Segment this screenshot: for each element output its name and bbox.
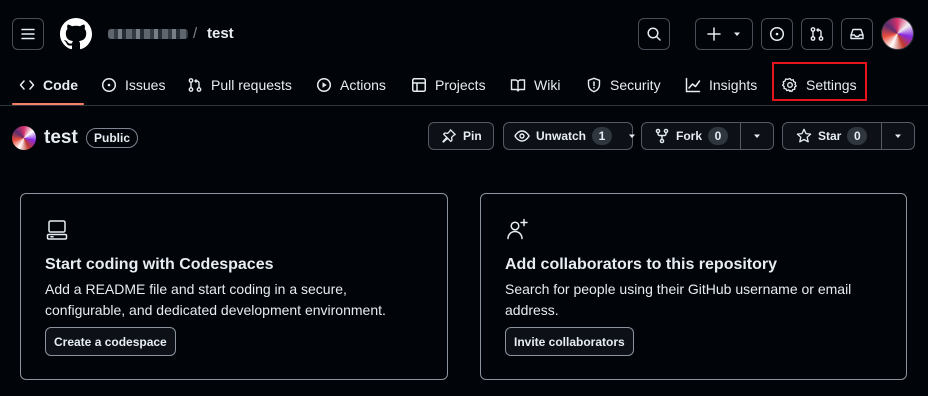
pin-button[interactable]: Pin (428, 122, 494, 150)
tab-actions-label: Actions (340, 77, 386, 93)
fork-dropdown-button[interactable] (741, 123, 773, 149)
codespaces-card-description: Add a README file and start coding in a … (45, 281, 386, 318)
visibility-badge: Public (86, 128, 139, 148)
unwatch-label: Unwatch (536, 129, 587, 143)
tab-insights-label: Insights (709, 77, 758, 93)
pin-icon (442, 129, 456, 143)
invite-collaborators-button[interactable]: Invite collaborators (505, 327, 634, 356)
code-icon (19, 80, 35, 90)
watch-button-group: Unwatch 1 (503, 122, 636, 150)
codespaces-card: Start coding with Codespaces Add a READM… (20, 193, 448, 380)
tab-wiki[interactable]: Wiki (510, 64, 560, 106)
notifications-button[interactable] (841, 18, 873, 50)
tab-security[interactable]: Security (586, 64, 661, 106)
fork-button[interactable]: Fork 0 (642, 123, 740, 149)
star-dropdown-button[interactable] (882, 123, 914, 149)
collaborators-card: Add collaborators to this repository Sea… (480, 193, 907, 380)
search-icon (647, 27, 661, 41)
fork-button-group: Fork 0 (641, 122, 774, 150)
triangle-down-icon (734, 32, 740, 36)
issue-opened-icon (769, 26, 785, 42)
collaborators-card-title: Add collaborators to this repository (505, 256, 778, 273)
person-add-icon (505, 218, 529, 242)
breadcrumb-repo-link[interactable]: test (207, 25, 234, 42)
play-icon (316, 77, 332, 93)
owner-name-blurred[interactable] (108, 29, 188, 39)
triangle-down-icon (754, 134, 760, 138)
fork-counter: 0 (708, 127, 729, 145)
pin-label: Pin (463, 129, 482, 143)
plus-icon (707, 27, 721, 41)
git-pull-request-icon (188, 78, 202, 92)
star-counter: 0 (847, 127, 868, 145)
tab-issues-label: Issues (125, 77, 166, 93)
fork-label: Fork (676, 129, 703, 143)
hamburger-icon (21, 28, 35, 40)
your-issues-button[interactable] (761, 18, 793, 50)
tab-pull-requests-label: Pull requests (211, 77, 292, 93)
tab-projects-label: Projects (435, 77, 486, 93)
menu-button[interactable] (12, 18, 44, 50)
star-button-group: Star 0 (782, 122, 915, 150)
star-icon (796, 128, 812, 143)
tab-wiki-label: Wiki (534, 77, 561, 93)
eye-icon (514, 130, 530, 142)
git-pull-request-icon (810, 27, 824, 41)
triangle-down-icon (895, 134, 901, 138)
repo-owner-avatar (12, 126, 36, 150)
global-header: / test Code Issues Pull requests Actions… (0, 0, 928, 106)
github-logo-icon[interactable] (60, 18, 92, 50)
create-codespace-button[interactable]: Create a codespace (45, 327, 176, 356)
collaborators-card-description: Search for people using their GitHub use… (505, 281, 852, 318)
tab-insights[interactable]: Insights (685, 64, 757, 106)
tab-code-label: Code (43, 77, 78, 93)
issue-opened-icon (101, 77, 117, 93)
shield-icon (587, 77, 601, 93)
search-button[interactable] (638, 18, 670, 50)
settings-highlight-box (772, 62, 867, 101)
unwatch-button[interactable]: Unwatch 1 (504, 123, 620, 149)
star-button[interactable]: Star 0 (783, 123, 881, 149)
codespaces-card-title: Start coding with Codespaces (45, 256, 274, 273)
tab-projects[interactable]: Projects (411, 64, 486, 106)
user-avatar[interactable] (881, 17, 914, 50)
repo-forked-icon (655, 128, 669, 144)
tab-issues[interactable]: Issues (101, 64, 165, 106)
breadcrumb-separator: / (193, 25, 198, 42)
top-bar: / test (0, 0, 928, 64)
your-pull-requests-button[interactable] (801, 18, 833, 50)
repo-title[interactable]: test (44, 127, 78, 149)
book-icon (510, 79, 526, 92)
create-new-button[interactable] (695, 18, 753, 50)
star-label: Star (818, 129, 842, 143)
graph-icon (685, 77, 701, 93)
triangle-down-icon (629, 134, 636, 138)
tab-security-label: Security (610, 77, 661, 93)
tab-pull-requests[interactable]: Pull requests (187, 64, 292, 106)
tab-code[interactable]: Code (19, 64, 78, 106)
table-icon (412, 78, 426, 92)
tab-actions[interactable]: Actions (316, 64, 386, 106)
selected-tab-indicator (12, 103, 84, 105)
codespaces-icon (45, 218, 69, 242)
watch-counter: 1 (592, 127, 613, 145)
inbox-icon (850, 28, 864, 40)
